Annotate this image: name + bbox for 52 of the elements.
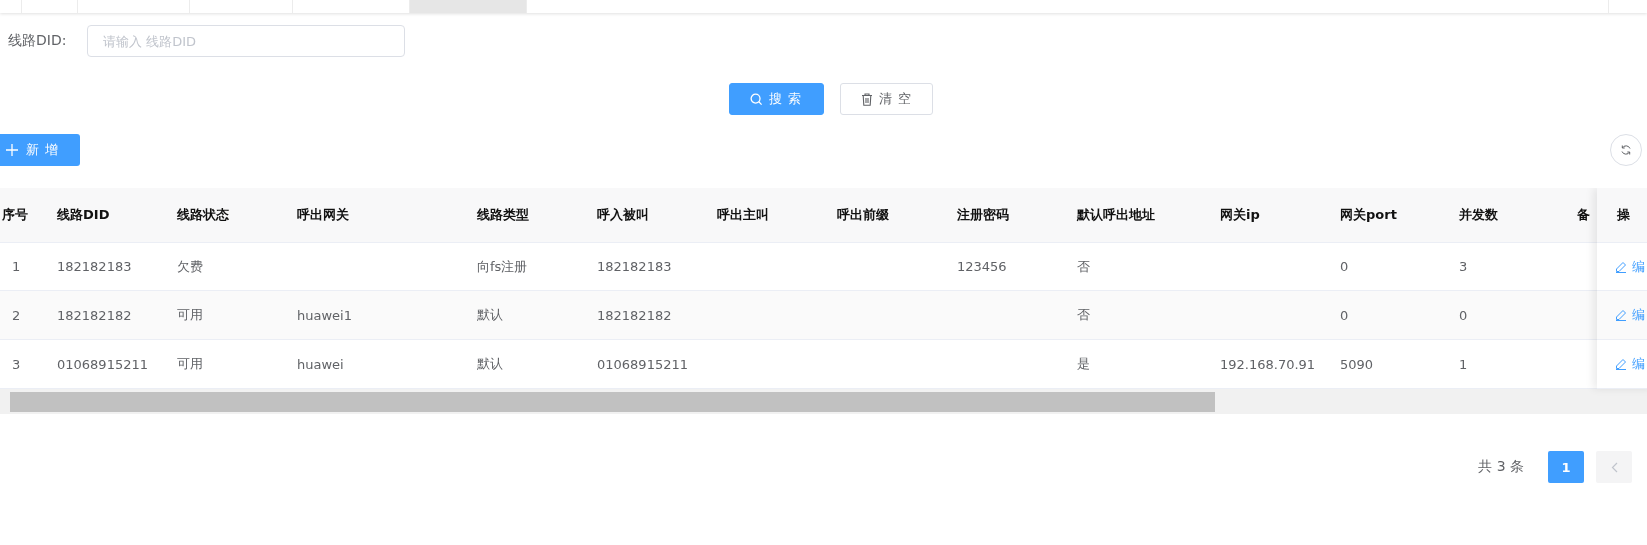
- table-cell-text: 01068915211: [597, 355, 689, 374]
- table-cell-text: 可用: [177, 355, 204, 373]
- table-cell-text: 0: [1340, 306, 1350, 325]
- table-cell-text: 向fs注册: [477, 257, 529, 276]
- table-cell-text: 是: [1077, 355, 1091, 373]
- column-header: 并发数: [1459, 206, 1499, 224]
- column-header: 序号: [1, 206, 29, 224]
- table-cell-text: 0: [1340, 258, 1350, 276]
- total-count: 共 3 条: [1478, 458, 1524, 476]
- table-cell-text: 否: [1077, 306, 1091, 324]
- table-cell-text: huawei1: [297, 306, 353, 325]
- column-header: 线路状态: [177, 206, 230, 224]
- table-cell-text: 欠费: [177, 257, 204, 276]
- table-cell-text: 182182182: [597, 306, 673, 325]
- table-cell-text: 1: [1459, 355, 1469, 374]
- table-cell-text: 3: [11, 355, 22, 374]
- table-cell-text: huawei: [297, 355, 345, 374]
- edit-link[interactable]: 编: [1615, 355, 1645, 373]
- table-cell-text: 2: [11, 306, 22, 325]
- column-header: 线路DID: [57, 206, 111, 224]
- table-cell-text: 3: [1459, 258, 1469, 276]
- table-cell-text: 0: [1459, 306, 1469, 325]
- table-cell-text: 可用: [177, 306, 204, 324]
- search-button[interactable]: 搜 索: [729, 83, 824, 115]
- table-cell-text: 5090: [1340, 355, 1375, 374]
- column-header: 线路类型: [477, 206, 530, 224]
- edit-link[interactable]: 编: [1615, 257, 1645, 276]
- column-header: 注册密码: [957, 206, 1010, 224]
- column-header: 备: [1577, 206, 1591, 224]
- table-cell-text: 182182183: [57, 258, 133, 276]
- page-button[interactable]: 1: [1548, 451, 1584, 483]
- table-cell-text: 123456: [957, 258, 1008, 276]
- column-header: 网关ip: [1220, 206, 1261, 224]
- table-cell-text: 默认: [477, 306, 504, 324]
- table-cell-text: 默认: [477, 355, 504, 373]
- column-header: 默认呼出地址: [1077, 206, 1156, 224]
- table-cell-text: 182182183: [597, 258, 673, 276]
- table-cell-text: 01068915211: [57, 355, 149, 374]
- column-header: 操: [1617, 206, 1630, 224]
- column-header: 网关port: [1340, 206, 1398, 224]
- column-header: 呼出主叫: [717, 206, 770, 224]
- field-label: 线路DID:: [8, 32, 68, 50]
- column-header: 呼出网关: [297, 206, 350, 224]
- clear-button[interactable]: 清 空: [839, 83, 933, 115]
- table-cell-text: 1: [11, 258, 22, 276]
- did-input-field[interactable]: 请输入 线路DID: [87, 25, 405, 57]
- column-header: 呼入被叫: [597, 206, 650, 224]
- table-cell-text: 182182182: [57, 306, 133, 325]
- table-cell-text: 否: [1077, 257, 1091, 276]
- add-button[interactable]: 新 增: [0, 134, 80, 166]
- table-cell-text: 192.168.70.91: [1220, 355, 1317, 374]
- column-header: 呼出前缀: [837, 206, 890, 224]
